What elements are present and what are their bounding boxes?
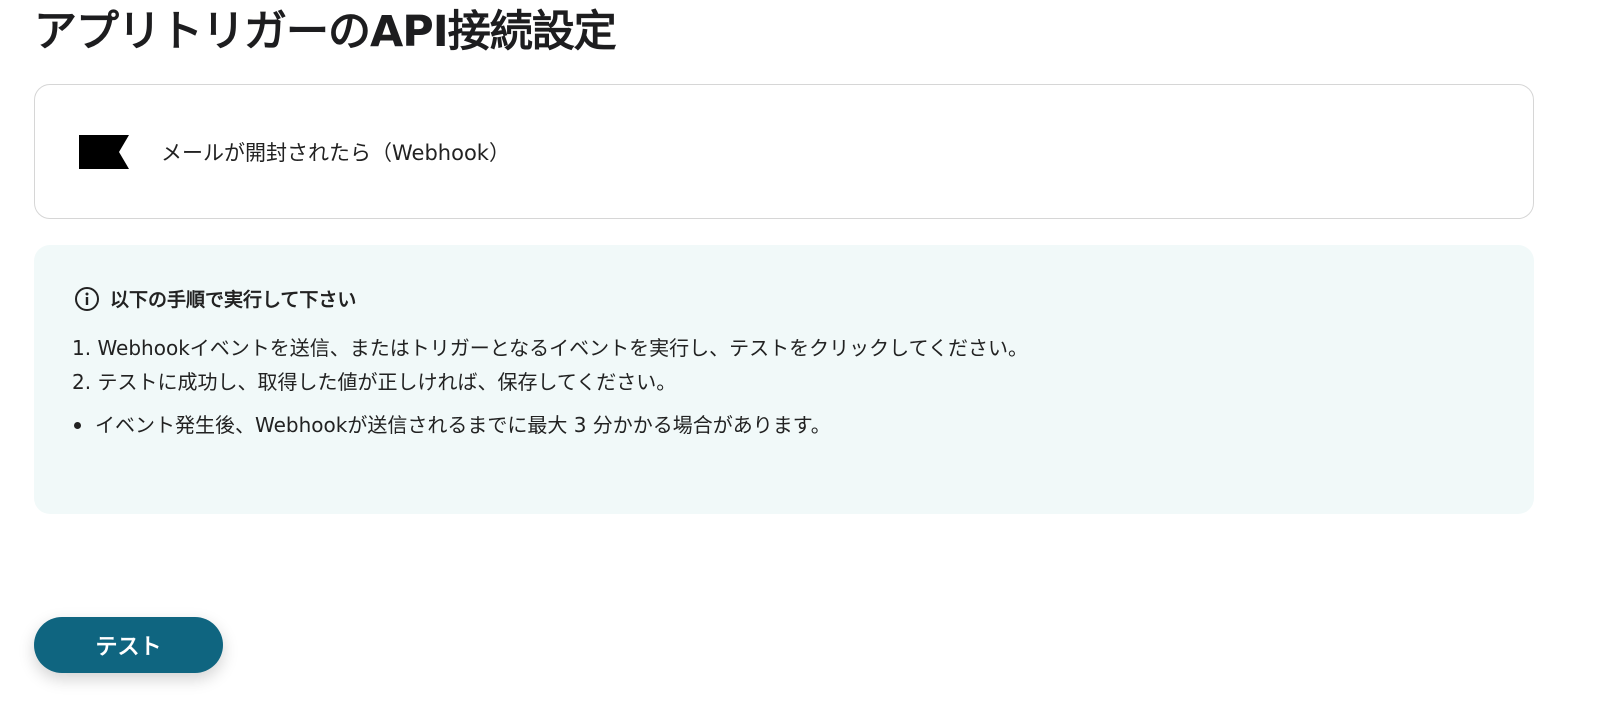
page-title: アプリトリガーのAPI接続設定 [34, 7, 617, 57]
bullet-icon [74, 421, 81, 429]
instruction-step: 2. テストに成功し、取得した値が正しければ、保存してください。 [72, 370, 677, 394]
instructions-heading-text: 以下の手順で実行して下さい [110, 289, 357, 311]
flag-logo-icon [79, 134, 129, 169]
trigger-label: メールが開封されたら（Webhook） [161, 140, 510, 165]
test-button[interactable]: テスト [34, 617, 223, 673]
instruction-step: 1. Webhookイベントを送信、またはトリガーとなるイベントを実行し、テスト… [72, 336, 1028, 360]
info-circle-icon [74, 286, 100, 312]
trigger-app-card: メールが開封されたら（Webhook） [34, 84, 1534, 219]
instructions-heading: 以下の手順で実行して下さい [74, 285, 356, 312]
instruction-note-text: イベント発生後、Webhookが送信されるまでに最大 3 分かかる場合があります… [95, 413, 831, 437]
instruction-note: イベント発生後、Webhookが送信されるまでに最大 3 分かかる場合があります… [72, 408, 831, 442]
instruction-notes: イベント発生後、Webhookが送信されるまでに最大 3 分かかる場合があります… [72, 408, 831, 442]
api-connection-settings-page: アプリトリガーのAPI接続設定 メールが開封されたら（Webhook） 以下の手… [0, 0, 1600, 726]
instruction-steps: 1. Webhookイベントを送信、またはトリガーとなるイベントを実行し、テスト… [72, 331, 1028, 399]
instructions-panel: 以下の手順で実行して下さい 1. Webhookイベントを送信、またはトリガーと… [34, 245, 1534, 514]
